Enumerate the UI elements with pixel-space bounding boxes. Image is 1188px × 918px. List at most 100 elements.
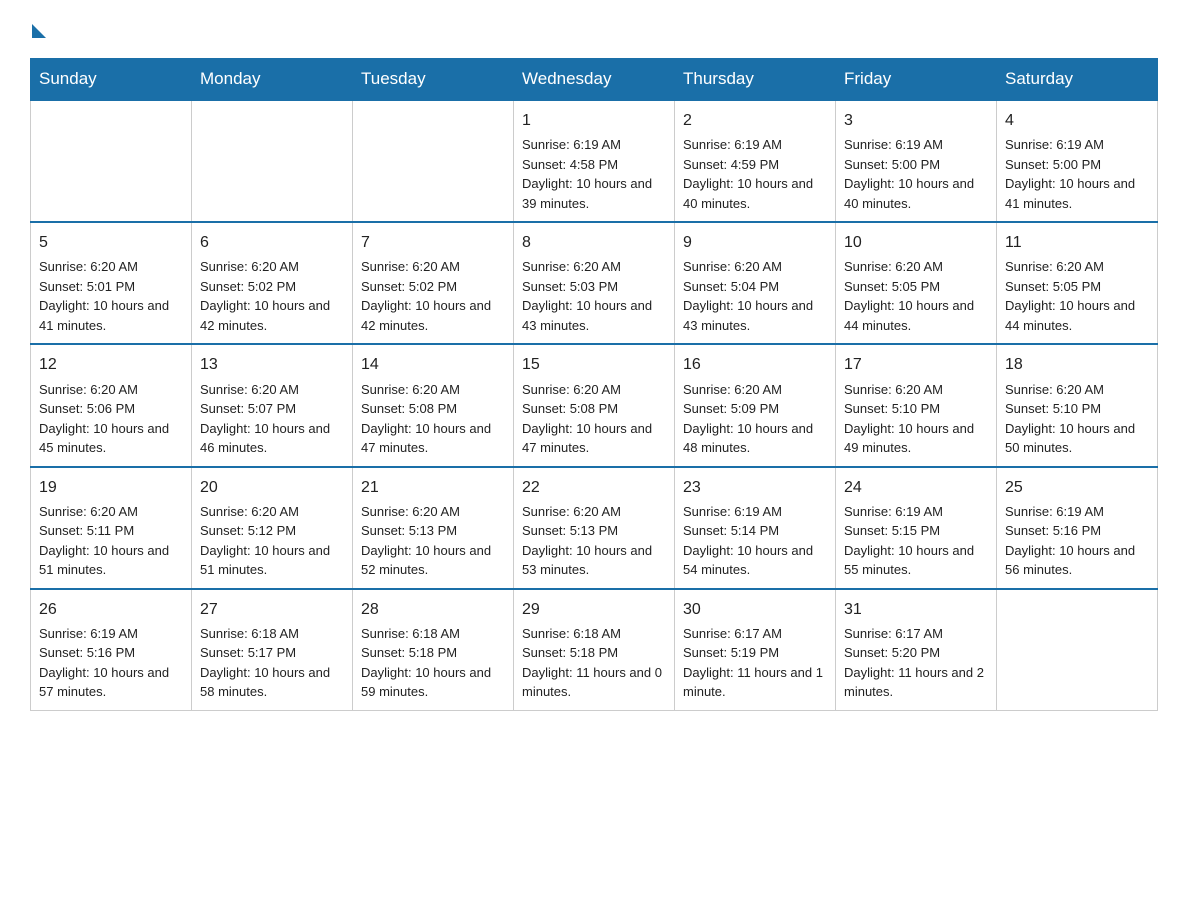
day-info: Sunrise: 6:20 AM Sunset: 5:02 PM Dayligh…	[200, 257, 344, 335]
calendar-day-cell: 12Sunrise: 6:20 AM Sunset: 5:06 PM Dayli…	[31, 344, 192, 466]
day-info: Sunrise: 6:19 AM Sunset: 5:16 PM Dayligh…	[39, 624, 183, 702]
day-number: 26	[39, 598, 183, 621]
day-of-week-header: Monday	[192, 59, 353, 101]
calendar-week-row: 26 Sunrise: 6:19 AM Sunset: 5:16 PM Dayli…	[31, 589, 1158, 711]
calendar-day-cell: 30 Sunrise: 6:17 AM Sunset: 5:19 PM Dayli…	[675, 589, 836, 711]
calendar-day-cell: 7Sunrise: 6:20 AM Sunset: 5:02 PM Daylig…	[353, 222, 514, 344]
calendar-header: SundayMondayTuesdayWednesdayThursdayFrid…	[31, 59, 1158, 101]
day-info: Sunrise: 6:20 AM Sunset: 5:03 PM Dayligh…	[522, 257, 666, 335]
calendar-day-cell: 22 Sunrise: 6:20 AM Sunset: 5:13 PM Dayli…	[514, 467, 675, 589]
day-number: 3	[844, 109, 988, 132]
day-number: 21	[361, 476, 505, 499]
day-number: 7	[361, 231, 505, 254]
day-number: 15	[522, 353, 666, 376]
day-info: Sunrise: 6:20 AM Sunset: 5:08 PM Dayligh…	[361, 380, 505, 458]
day-info: Sunrise: 6:20 AM Sunset: 5:10 PM Dayligh…	[844, 380, 988, 458]
day-header-row: SundayMondayTuesdayWednesdayThursdayFrid…	[31, 59, 1158, 101]
calendar-day-cell: 21 Sunrise: 6:20 AM Sunset: 5:13 PM Dayli…	[353, 467, 514, 589]
day-info: Sunrise: 6:20 AM Sunset: 5:09 PM Dayligh…	[683, 380, 827, 458]
day-info: Sunrise: 6:19 AM Sunset: 5:00 PM Dayligh…	[1005, 135, 1149, 213]
day-number: 18	[1005, 353, 1149, 376]
day-number: 19	[39, 476, 183, 499]
day-number: 11	[1005, 231, 1149, 254]
day-info: Sunrise: 6:19 AM Sunset: 5:15 PM Dayligh…	[844, 502, 988, 580]
calendar-day-cell: 19 Sunrise: 6:20 AM Sunset: 5:11 PM Dayli…	[31, 467, 192, 589]
calendar-day-cell: 13Sunrise: 6:20 AM Sunset: 5:07 PM Dayli…	[192, 344, 353, 466]
day-of-week-header: Friday	[836, 59, 997, 101]
calendar-day-cell: 2 Sunrise: 6:19 AM Sunset: 4:59 PM Daylig…	[675, 100, 836, 222]
calendar-day-cell: 8 Sunrise: 6:20 AM Sunset: 5:03 PM Daylig…	[514, 222, 675, 344]
day-of-week-header: Wednesday	[514, 59, 675, 101]
day-number: 28	[361, 598, 505, 621]
day-info: Sunrise: 6:20 AM Sunset: 5:01 PM Dayligh…	[39, 257, 183, 335]
day-info: Sunrise: 6:18 AM Sunset: 5:17 PM Dayligh…	[200, 624, 344, 702]
calendar-day-cell: 26 Sunrise: 6:19 AM Sunset: 5:16 PM Dayli…	[31, 589, 192, 711]
day-info: Sunrise: 6:20 AM Sunset: 5:12 PM Dayligh…	[200, 502, 344, 580]
day-of-week-header: Thursday	[675, 59, 836, 101]
calendar-day-cell: 6 Sunrise: 6:20 AM Sunset: 5:02 PM Daylig…	[192, 222, 353, 344]
calendar-day-cell: 4 Sunrise: 6:19 AM Sunset: 5:00 PM Daylig…	[997, 100, 1158, 222]
day-of-week-header: Tuesday	[353, 59, 514, 101]
day-number: 1	[522, 109, 666, 132]
calendar-day-cell: 1 Sunrise: 6:19 AM Sunset: 4:58 PM Daylig…	[514, 100, 675, 222]
day-info: Sunrise: 6:18 AM Sunset: 5:18 PM Dayligh…	[522, 624, 666, 702]
calendar-day-cell: 16 Sunrise: 6:20 AM Sunset: 5:09 PM Dayli…	[675, 344, 836, 466]
calendar-day-cell: 23 Sunrise: 6:19 AM Sunset: 5:14 PM Dayli…	[675, 467, 836, 589]
calendar-day-cell: 9 Sunrise: 6:20 AM Sunset: 5:04 PM Daylig…	[675, 222, 836, 344]
page-header	[30, 20, 1158, 38]
day-info: Sunrise: 6:20 AM Sunset: 5:11 PM Dayligh…	[39, 502, 183, 580]
day-number: 9	[683, 231, 827, 254]
day-number: 4	[1005, 109, 1149, 132]
day-info: Sunrise: 6:20 AM Sunset: 5:07 PM Dayligh…	[200, 380, 344, 458]
day-number: 27	[200, 598, 344, 621]
calendar-table: SundayMondayTuesdayWednesdayThursdayFrid…	[30, 58, 1158, 711]
day-info: Sunrise: 6:17 AM Sunset: 5:19 PM Dayligh…	[683, 624, 827, 702]
day-info: Sunrise: 6:20 AM Sunset: 5:08 PM Dayligh…	[522, 380, 666, 458]
day-info: Sunrise: 6:20 AM Sunset: 5:05 PM Dayligh…	[1005, 257, 1149, 335]
day-info: Sunrise: 6:18 AM Sunset: 5:18 PM Dayligh…	[361, 624, 505, 702]
day-number: 25	[1005, 476, 1149, 499]
calendar-day-cell: 3 Sunrise: 6:19 AM Sunset: 5:00 PM Daylig…	[836, 100, 997, 222]
day-info: Sunrise: 6:20 AM Sunset: 5:04 PM Dayligh…	[683, 257, 827, 335]
calendar-day-cell: 14 Sunrise: 6:20 AM Sunset: 5:08 PM Dayli…	[353, 344, 514, 466]
calendar-day-cell	[997, 589, 1158, 711]
day-of-week-header: Sunday	[31, 59, 192, 101]
calendar-day-cell: 15 Sunrise: 6:20 AM Sunset: 5:08 PM Dayli…	[514, 344, 675, 466]
calendar-week-row: 5Sunrise: 6:20 AM Sunset: 5:01 PM Daylig…	[31, 222, 1158, 344]
day-number: 29	[522, 598, 666, 621]
day-number: 6	[200, 231, 344, 254]
calendar-day-cell: 11 Sunrise: 6:20 AM Sunset: 5:05 PM Dayli…	[997, 222, 1158, 344]
calendar-day-cell	[31, 100, 192, 222]
day-info: Sunrise: 6:20 AM Sunset: 5:05 PM Dayligh…	[844, 257, 988, 335]
calendar-day-cell: 25Sunrise: 6:19 AM Sunset: 5:16 PM Dayli…	[997, 467, 1158, 589]
day-number: 22	[522, 476, 666, 499]
day-number: 23	[683, 476, 827, 499]
day-number: 30	[683, 598, 827, 621]
day-info: Sunrise: 6:19 AM Sunset: 4:59 PM Dayligh…	[683, 135, 827, 213]
day-info: Sunrise: 6:19 AM Sunset: 5:14 PM Dayligh…	[683, 502, 827, 580]
day-number: 31	[844, 598, 988, 621]
calendar-day-cell: 18Sunrise: 6:20 AM Sunset: 5:10 PM Dayli…	[997, 344, 1158, 466]
day-number: 14	[361, 353, 505, 376]
logo	[30, 20, 46, 38]
calendar-day-cell: 27 Sunrise: 6:18 AM Sunset: 5:17 PM Dayli…	[192, 589, 353, 711]
calendar-day-cell: 17 Sunrise: 6:20 AM Sunset: 5:10 PM Dayli…	[836, 344, 997, 466]
calendar-day-cell: 10Sunrise: 6:20 AM Sunset: 5:05 PM Dayli…	[836, 222, 997, 344]
day-info: Sunrise: 6:19 AM Sunset: 4:58 PM Dayligh…	[522, 135, 666, 213]
day-number: 2	[683, 109, 827, 132]
calendar-day-cell	[353, 100, 514, 222]
day-info: Sunrise: 6:20 AM Sunset: 5:06 PM Dayligh…	[39, 380, 183, 458]
calendar-week-row: 12Sunrise: 6:20 AM Sunset: 5:06 PM Dayli…	[31, 344, 1158, 466]
calendar-day-cell	[192, 100, 353, 222]
day-number: 17	[844, 353, 988, 376]
day-info: Sunrise: 6:20 AM Sunset: 5:13 PM Dayligh…	[522, 502, 666, 580]
calendar-day-cell: 29 Sunrise: 6:18 AM Sunset: 5:18 PM Dayli…	[514, 589, 675, 711]
calendar-week-row: 19 Sunrise: 6:20 AM Sunset: 5:11 PM Dayli…	[31, 467, 1158, 589]
day-info: Sunrise: 6:20 AM Sunset: 5:13 PM Dayligh…	[361, 502, 505, 580]
day-number: 16	[683, 353, 827, 376]
day-info: Sunrise: 6:19 AM Sunset: 5:00 PM Dayligh…	[844, 135, 988, 213]
calendar-day-cell: 28 Sunrise: 6:18 AM Sunset: 5:18 PM Dayli…	[353, 589, 514, 711]
day-info: Sunrise: 6:17 AM Sunset: 5:20 PM Dayligh…	[844, 624, 988, 702]
calendar-week-row: 1 Sunrise: 6:19 AM Sunset: 4:58 PM Daylig…	[31, 100, 1158, 222]
day-number: 8	[522, 231, 666, 254]
